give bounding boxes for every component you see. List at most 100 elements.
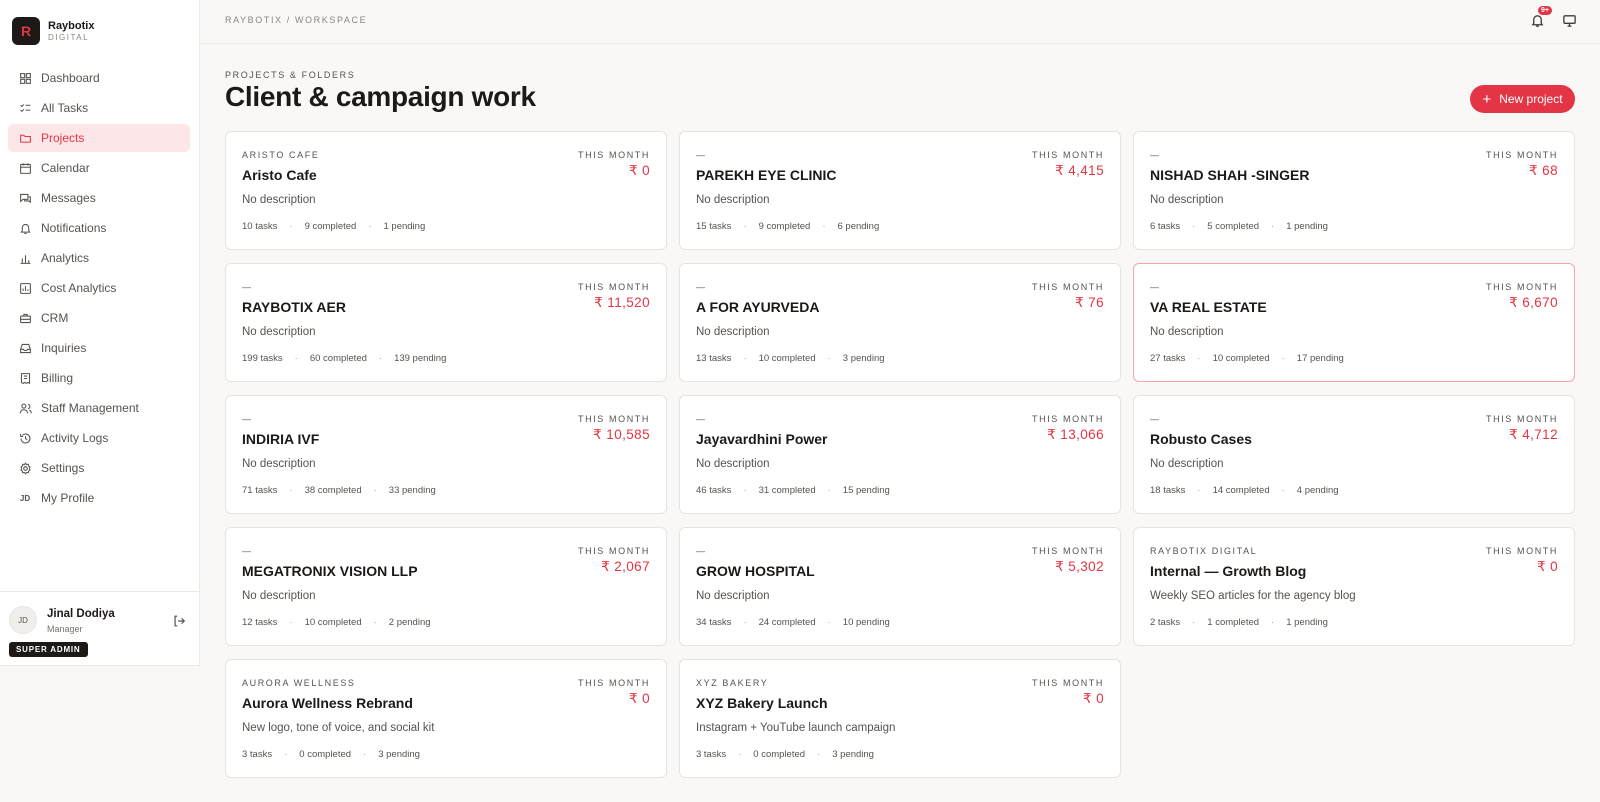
separator-dot: · <box>827 485 831 496</box>
sidebar-item-dashboard[interactable]: Dashboard <box>8 64 190 92</box>
task-count: 34 tasks <box>696 617 732 628</box>
sidebar-item-staff-management[interactable]: Staff Management <box>8 394 190 422</box>
this-month-label: THIS MONTH <box>578 414 650 424</box>
this-month-label: THIS MONTH <box>1486 546 1558 556</box>
task-count: 199 tasks <box>242 353 283 364</box>
sidebar-item-label: Settings <box>41 461 85 475</box>
project-name: PAREKH EYE CLINIC <box>696 167 837 183</box>
project-card[interactable]: — THIS MONTH ₹ 4,415 PAREKH EYE CLINIC No de… <box>679 131 1121 250</box>
pending-count: 1 pending <box>383 221 426 232</box>
completed-count: 0 completed <box>299 749 352 760</box>
project-name: A FOR AYURVEDA <box>696 299 820 315</box>
sidebar-item-label: Messages <box>41 191 96 205</box>
project-amount: ₹ 4,415 <box>1055 163 1104 178</box>
this-month-label: THIS MONTH <box>1032 282 1104 292</box>
sidebar-item-projects[interactable]: Projects <box>8 124 190 152</box>
sidebar-item-settings[interactable]: Settings <box>8 454 190 482</box>
separator-dot: · <box>289 221 293 232</box>
completed-count: 9 completed <box>304 221 357 232</box>
project-card[interactable]: — THIS MONTH ₹ 76 A FOR AYURVEDA No descript… <box>679 263 1121 382</box>
project-stats: 199 tasks · 60 completed · 139 pending <box>242 353 446 364</box>
project-card[interactable]: — THIS MONTH ₹ 6,670 VA REAL ESTATE No descr… <box>1133 263 1575 382</box>
project-description: No description <box>1150 458 1224 470</box>
project-stats: 27 tasks · 10 completed · 17 pending <box>1150 353 1344 364</box>
project-card[interactable]: — THIS MONTH ₹ 5,302 GROW HOSPITAL No descri… <box>679 527 1121 646</box>
sidebar-item-analytics[interactable]: Analytics <box>8 244 190 272</box>
project-card[interactable]: — THIS MONTH ₹ 4,712 Robusto Cases No descri… <box>1133 395 1575 514</box>
project-client: — <box>696 546 707 556</box>
sidebar-item-notifications[interactable]: Notifications <box>8 214 190 242</box>
project-client: ARISTO CAFE <box>242 150 320 160</box>
pending-count: 1 pending <box>1286 617 1328 628</box>
separator-dot: · <box>822 221 826 232</box>
bell-icon[interactable] <box>1530 13 1546 29</box>
sidebar-item-messages[interactable]: Messages <box>8 184 190 212</box>
avatar[interactable]: JD <box>9 606 37 634</box>
sidebar-item-activity-logs[interactable]: Activity Logs <box>8 424 190 452</box>
monitor-icon[interactable] <box>1562 13 1578 29</box>
project-card[interactable]: ARISTO CAFE THIS MONTH ₹ 0 Aristo Cafe No de… <box>225 131 667 250</box>
sidebar-item-billing[interactable]: Billing <box>8 364 190 392</box>
task-count: 18 tasks <box>1150 485 1186 496</box>
separator-dot: · <box>1197 485 1201 496</box>
project-card[interactable]: — THIS MONTH ₹ 2,067 MEGATRONIX VISION LLP N… <box>225 527 667 646</box>
page-eyebrow: PROJECTS & FOLDERS <box>225 70 356 80</box>
project-description: Instagram + YouTube launch campaign <box>696 722 896 734</box>
separator-dot: · <box>368 221 372 232</box>
project-client: — <box>242 282 253 292</box>
sidebar-item-label: Cost Analytics <box>41 281 117 295</box>
separator-dot: · <box>373 485 377 496</box>
task-count: 2 tasks <box>1150 617 1181 628</box>
completed-count: 14 completed <box>1212 485 1270 496</box>
project-name: VA REAL ESTATE <box>1150 299 1267 315</box>
project-stats: 3 tasks · 0 completed · 3 pending <box>696 749 874 760</box>
separator-dot: · <box>294 353 298 364</box>
dashboard-icon <box>18 71 32 85</box>
inbox-icon <box>18 341 32 355</box>
this-month-label: THIS MONTH <box>578 678 650 688</box>
project-card[interactable]: XYZ BAKERY THIS MONTH ₹ 0 XYZ Bakery Launch… <box>679 659 1121 778</box>
completed-count: 9 completed <box>758 221 811 232</box>
sidebar-item-crm[interactable]: CRM <box>8 304 190 332</box>
project-client: XYZ BAKERY <box>696 678 769 688</box>
sidebar-item-my-profile[interactable]: JD My Profile <box>8 484 190 512</box>
sidebar-item-inquiries[interactable]: Inquiries <box>8 334 190 362</box>
pending-count: 17 pending <box>1296 353 1344 364</box>
project-card[interactable]: AURORA WELLNESS THIS MONTH ₹ 0 Aurora Welln… <box>225 659 667 778</box>
project-stats: 71 tasks · 38 completed · 33 pending <box>242 485 436 496</box>
pending-count: 3 pending <box>842 353 885 364</box>
task-count: 71 tasks <box>242 485 278 496</box>
breadcrumb: RAYBOTIX / WORKSPACE <box>225 15 368 25</box>
separator-dot: · <box>289 485 293 496</box>
project-name: MEGATRONIX VISION LLP <box>242 563 418 579</box>
project-stats: 10 tasks · 9 completed · 1 pending <box>242 221 425 232</box>
this-month-label: THIS MONTH <box>578 282 650 292</box>
project-client: — <box>1150 282 1161 292</box>
brand[interactable]: R Raybotix DIGITAL <box>12 17 94 45</box>
pending-count: 2 pending <box>388 617 431 628</box>
project-client: — <box>242 414 253 424</box>
project-card[interactable]: — THIS MONTH ₹ 13,066 Jayavardhini Power No … <box>679 395 1121 514</box>
project-client: AURORA WELLNESS <box>242 678 356 688</box>
project-amount: ₹ 0 <box>1536 559 1558 574</box>
sidebar-item-label: Projects <box>41 131 85 145</box>
logout-icon[interactable] <box>172 614 186 628</box>
project-card[interactable]: — THIS MONTH ₹ 10,585 INDIRIA IVF No descrip… <box>225 395 667 514</box>
this-month-label: THIS MONTH <box>1032 678 1104 688</box>
calendar-icon <box>18 161 32 175</box>
project-description: No description <box>696 326 770 338</box>
project-card[interactable]: RAYBOTIX DIGITAL THIS MONTH ₹ 0 Internal — … <box>1133 527 1575 646</box>
project-description: No description <box>696 194 770 206</box>
pending-count: 15 pending <box>842 485 890 496</box>
sidebar-item-cost-analytics[interactable]: Cost Analytics <box>8 274 190 302</box>
page-title: Client & campaign work <box>225 81 536 112</box>
sidebar-item-calendar[interactable]: Calendar <box>8 154 190 182</box>
users-icon <box>18 401 32 415</box>
project-client: — <box>1150 414 1161 424</box>
new-project-button[interactable]: + New project <box>1470 85 1575 113</box>
sidebar-item-all-tasks[interactable]: All Tasks <box>8 94 190 122</box>
pending-count: 33 pending <box>388 485 436 496</box>
project-name: Jayavardhini Power <box>696 431 828 447</box>
project-card[interactable]: — THIS MONTH ₹ 68 NISHAD SHAH -SINGER No des… <box>1133 131 1575 250</box>
project-card[interactable]: — THIS MONTH ₹ 11,520 RAYBOTIX AER No descri… <box>225 263 667 382</box>
